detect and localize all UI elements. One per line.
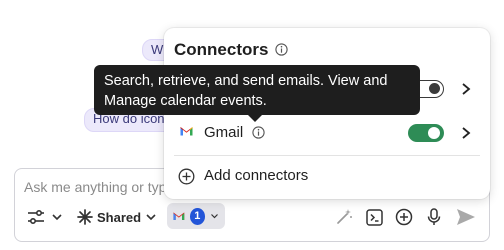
terminal-button[interactable] bbox=[363, 207, 385, 227]
tooltip-line: Search, retrieve, and send emails. View … bbox=[104, 73, 388, 89]
send-icon bbox=[457, 209, 475, 225]
connector-row-gmail[interactable]: Gmail bbox=[164, 116, 490, 150]
connector-label: Gmail bbox=[204, 124, 244, 141]
tooltip-line: Manage calendar events. bbox=[104, 93, 267, 109]
chevron-down-icon bbox=[146, 214, 156, 221]
microphone-button[interactable] bbox=[423, 207, 445, 227]
connectors-button[interactable]: 1 bbox=[167, 203, 225, 229]
magic-wand-icon bbox=[337, 209, 352, 224]
connector-tooltip: Search, retrieve, and send emails. View … bbox=[94, 65, 420, 115]
chevron-down-icon bbox=[211, 214, 218, 219]
shared-label: Shared bbox=[97, 209, 142, 225]
send-button[interactable] bbox=[455, 207, 477, 227]
terminal-icon bbox=[365, 208, 383, 226]
divider bbox=[174, 155, 480, 156]
popup-title: Connectors bbox=[174, 40, 269, 59]
chevron-down-icon bbox=[52, 214, 62, 221]
plus-circle-icon bbox=[178, 168, 195, 185]
plus-circle-icon bbox=[395, 208, 413, 226]
sparkle-icon bbox=[77, 209, 93, 225]
tooltip-arrow bbox=[248, 115, 262, 122]
add-connectors-button[interactable]: Add connectors bbox=[164, 162, 490, 192]
gmail-icon bbox=[180, 127, 193, 136]
microphone-icon bbox=[427, 208, 441, 225]
message-input[interactable] bbox=[24, 177, 164, 197]
add-attachment-button[interactable] bbox=[393, 207, 415, 227]
magic-wand-button[interactable] bbox=[333, 207, 355, 227]
info-icon[interactable] bbox=[275, 43, 288, 56]
settings-button[interactable] bbox=[27, 205, 67, 229]
sliders-icon bbox=[28, 210, 44, 224]
gmail-icon bbox=[173, 212, 185, 221]
add-connectors-label: Add connectors bbox=[204, 167, 309, 184]
chevron-right-icon[interactable] bbox=[460, 126, 472, 140]
connectors-count-badge: 1 bbox=[189, 207, 205, 225]
shared-mode-button[interactable]: Shared bbox=[77, 205, 157, 229]
info-icon[interactable] bbox=[252, 126, 265, 139]
gmail-toggle[interactable] bbox=[408, 124, 444, 142]
chevron-right-icon[interactable] bbox=[460, 82, 472, 96]
